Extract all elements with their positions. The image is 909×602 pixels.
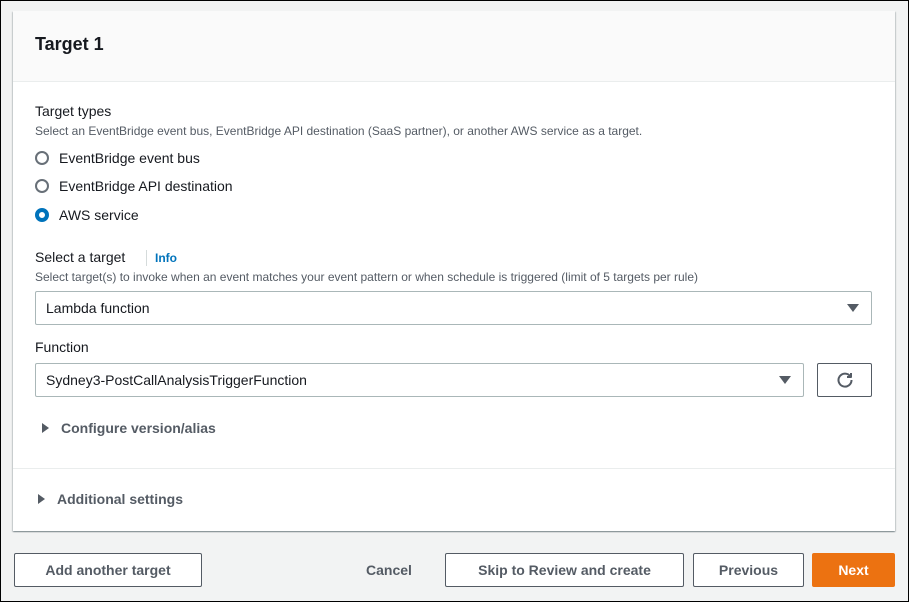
radio-eventbridge-event-bus[interactable]: EventBridge event bus: [35, 148, 200, 168]
radio-label: EventBridge event bus: [59, 150, 200, 166]
next-button[interactable]: Next: [812, 553, 895, 587]
radio-circle-checked-icon[interactable]: [35, 208, 49, 222]
select-target-description: Select target(s) to invoke when an event…: [35, 270, 698, 284]
caret-down-icon: [847, 304, 859, 312]
radio-label: EventBridge API destination: [59, 178, 233, 194]
skip-to-review-button[interactable]: Skip to Review and create: [445, 553, 684, 587]
divider: [13, 468, 895, 469]
info-link[interactable]: Info: [155, 251, 177, 265]
radio-eventbridge-api-destination[interactable]: EventBridge API destination: [35, 176, 233, 196]
function-select[interactable]: Sydney3-PostCallAnalysisTriggerFunction: [35, 363, 804, 397]
target-select[interactable]: Lambda function: [35, 291, 872, 325]
radio-circle-unchecked-icon[interactable]: [35, 179, 49, 193]
expander-label: Additional settings: [57, 491, 183, 507]
radio-circle-unchecked-icon[interactable]: [35, 151, 49, 165]
radio-label: AWS service: [59, 207, 139, 223]
refresh-button[interactable]: [817, 363, 872, 397]
function-select-value: Sydney3-PostCallAnalysisTriggerFunction: [46, 372, 307, 388]
add-another-target-button[interactable]: Add another target: [14, 553, 202, 587]
info-separator: [146, 250, 147, 266]
refresh-icon: [837, 372, 853, 388]
additional-settings-expander[interactable]: Additional settings: [38, 491, 183, 507]
expander-label: Configure version/alias: [61, 420, 216, 436]
caret-right-icon: [38, 494, 45, 504]
caret-right-icon: [42, 423, 49, 433]
function-label: Function: [35, 339, 89, 355]
panel-header: Target 1: [13, 11, 895, 82]
radio-aws-service[interactable]: AWS service: [35, 205, 139, 225]
target-select-value: Lambda function: [46, 300, 150, 316]
configure-version-alias-expander[interactable]: Configure version/alias: [42, 420, 216, 436]
cancel-button[interactable]: Cancel: [351, 553, 427, 587]
caret-down-icon: [779, 376, 791, 384]
target-types-description: Select an EventBridge event bus, EventBr…: [35, 124, 643, 138]
previous-button[interactable]: Previous: [693, 553, 804, 587]
target-types-label: Target types: [35, 103, 112, 119]
panel-title: Target 1: [35, 34, 104, 54]
target-panel: Target 1 Target types Select an EventBri…: [13, 11, 895, 531]
select-target-label: Select a target: [35, 249, 126, 265]
